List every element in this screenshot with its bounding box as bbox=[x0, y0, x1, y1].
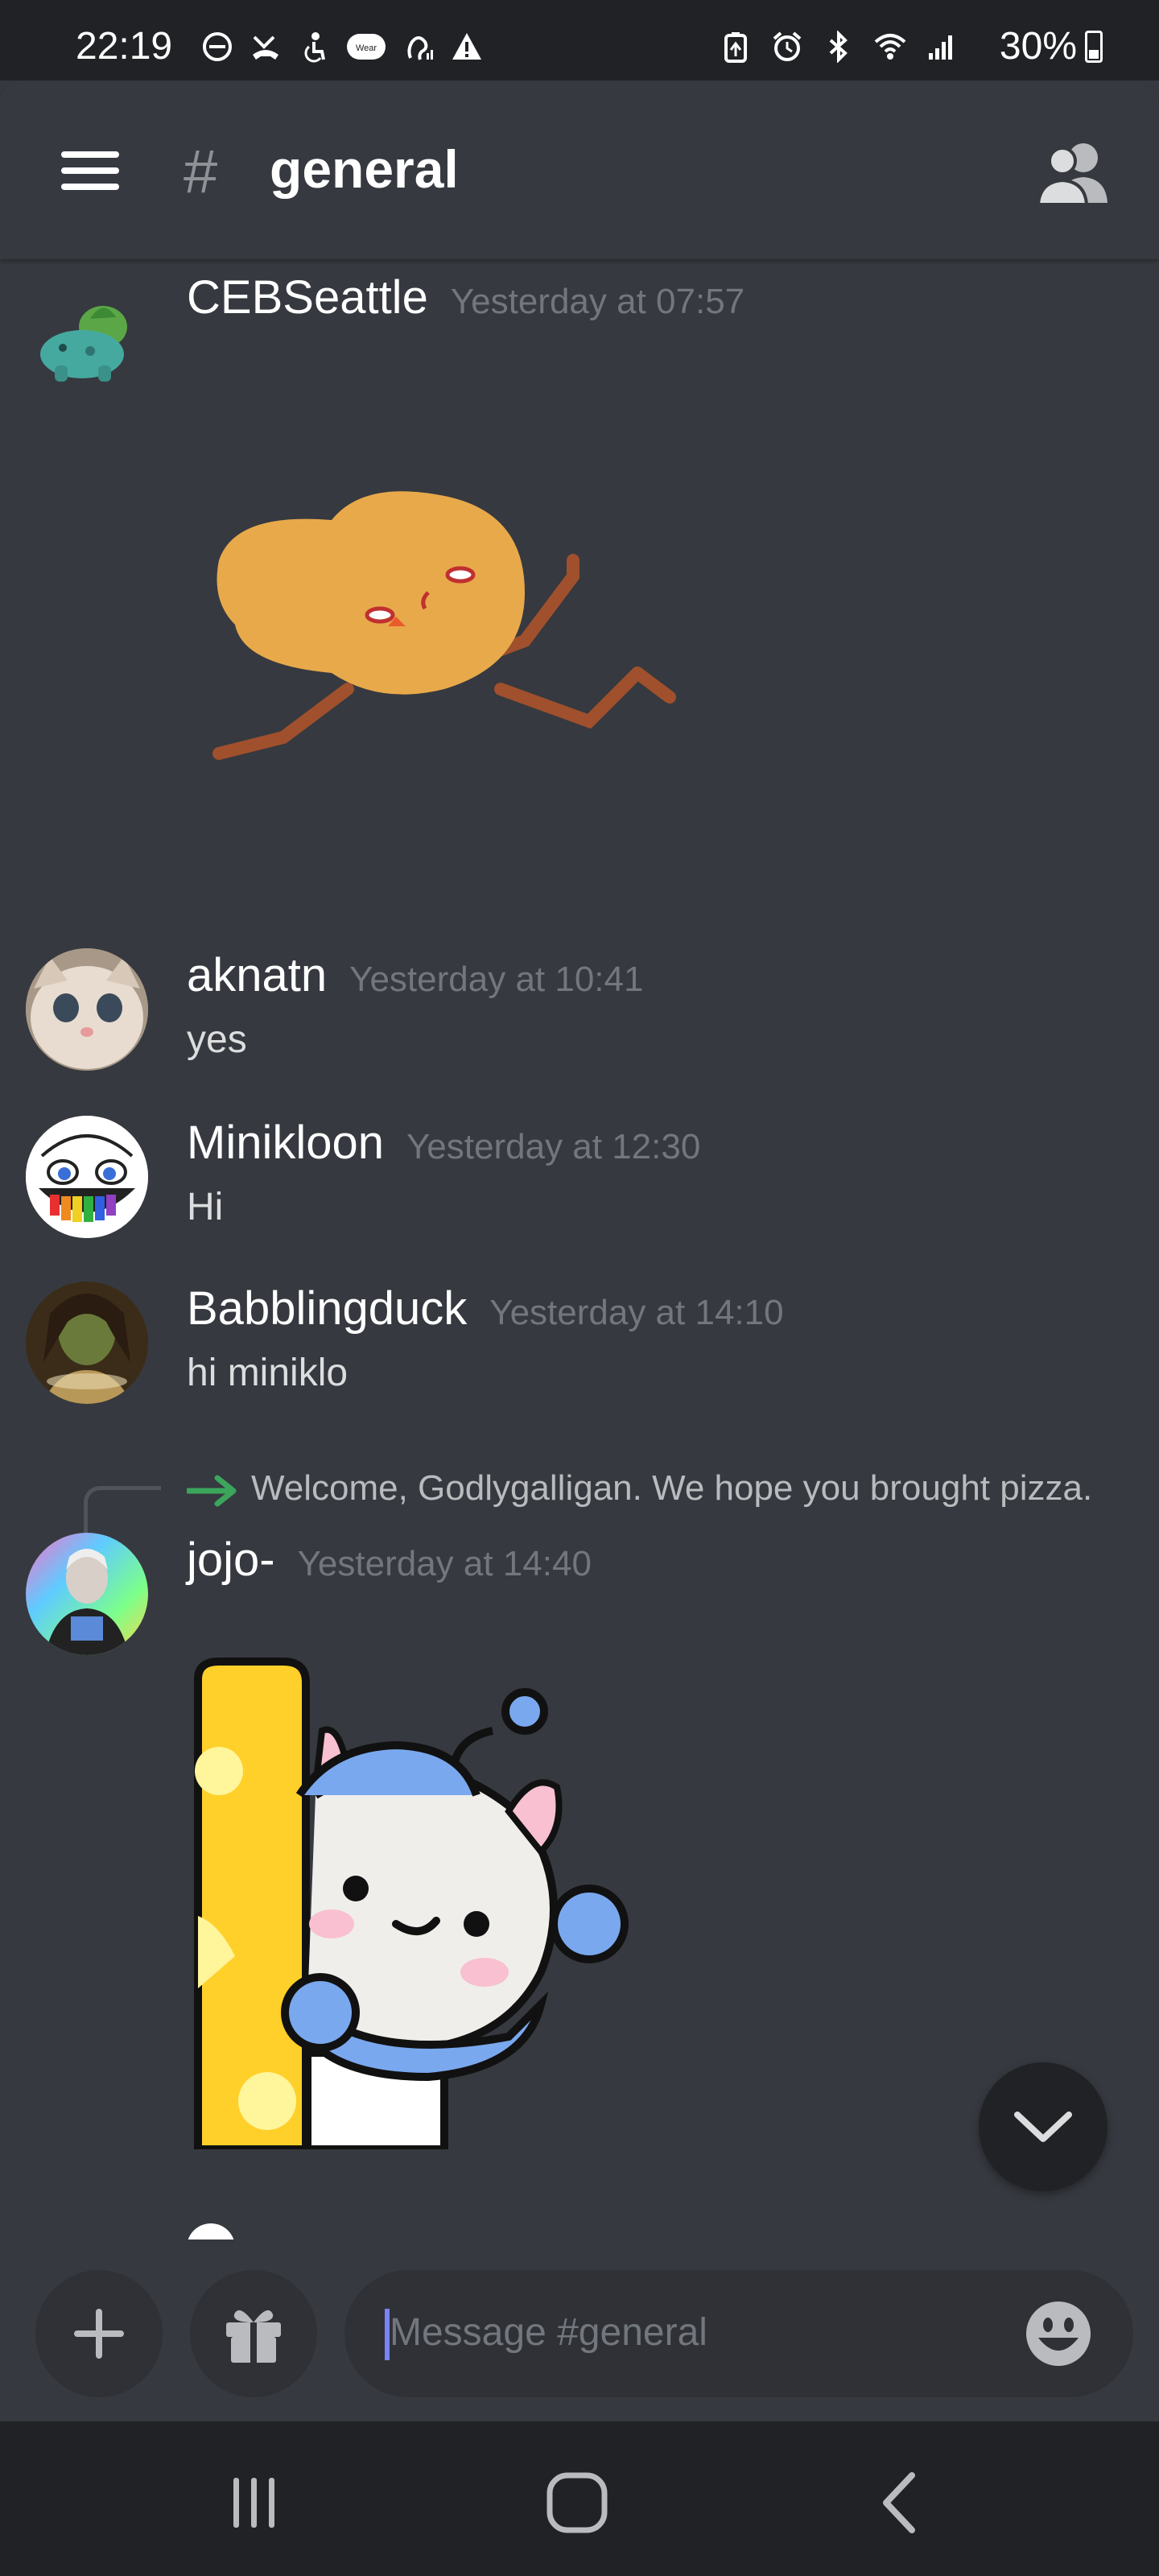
svg-text:Wear: Wear bbox=[356, 43, 377, 53]
dnd-icon bbox=[201, 31, 233, 63]
timestamp: Yesterday at 14:40 bbox=[297, 1544, 592, 1583]
message-list[interactable]: CEBSeattle Yesterday at 07:57 aknatn Yes… bbox=[0, 259, 1159, 2240]
battery-indicator: 30% bbox=[1000, 24, 1103, 68]
warning-icon bbox=[451, 31, 483, 63]
back-icon bbox=[883, 2472, 915, 2533]
avatar[interactable] bbox=[26, 270, 148, 393]
message-input[interactable]: Message #general bbox=[344, 2270, 1133, 2397]
username[interactable]: CEBSeattle bbox=[187, 270, 428, 324]
username[interactable]: Minikloon bbox=[187, 1116, 384, 1170]
message-input-placeholder: Message #general bbox=[390, 2311, 707, 2354]
signal-icon bbox=[926, 31, 958, 63]
wear-icon: Wear bbox=[346, 31, 386, 63]
channel-hash-icon: # bbox=[184, 138, 218, 206]
wifi-icon bbox=[874, 31, 906, 63]
message-header: Minikloon Yesterday at 12:30 bbox=[187, 1116, 700, 1170]
gift-button[interactable] bbox=[190, 2270, 317, 2397]
battery-saver-icon bbox=[720, 31, 752, 63]
message-header: aknatn Yesterday at 10:41 bbox=[187, 948, 643, 1002]
username[interactable]: jojo- bbox=[187, 1533, 275, 1587]
message-header: Babblingduck Yesterday at 14:10 bbox=[187, 1282, 784, 1335]
message-composer: Message #general bbox=[0, 2240, 1159, 2421]
battery-percent: 30% bbox=[999, 25, 1077, 68]
status-bar: 22:19 Wear 30% bbox=[0, 0, 1159, 80]
avatar[interactable] bbox=[26, 948, 148, 1071]
message-text: hi miniklo bbox=[187, 1352, 349, 1394]
bluetooth-icon bbox=[823, 31, 855, 63]
channel-title: general bbox=[270, 139, 459, 199]
system-message-text: Welcome, Godlygalligan. We hope you brou… bbox=[251, 1468, 1093, 1508]
plus-icon bbox=[74, 2309, 124, 2359]
avatar[interactable] bbox=[26, 1282, 148, 1404]
recent-apps-icon bbox=[233, 2478, 274, 2528]
username[interactable]: aknatn bbox=[187, 948, 327, 1002]
scroll-to-bottom-button[interactable] bbox=[979, 2062, 1107, 2191]
avatar[interactable] bbox=[26, 1533, 148, 1655]
recent-apps-button[interactable] bbox=[217, 2467, 290, 2539]
emoji-icon[interactable] bbox=[1024, 2299, 1093, 2368]
chevron-down-icon bbox=[1014, 2112, 1072, 2142]
reply-connector bbox=[84, 1486, 161, 1539]
username[interactable]: Babblingduck bbox=[187, 1282, 467, 1335]
alarm-icon bbox=[771, 31, 803, 63]
message-header: CEBSeattle Yesterday at 07:57 bbox=[187, 270, 744, 324]
gift-icon bbox=[226, 2310, 281, 2363]
missed-call-icon bbox=[250, 31, 282, 63]
message-header: jojo- Yesterday at 14:40 bbox=[187, 1533, 592, 1587]
avatar[interactable] bbox=[187, 2223, 235, 2240]
home-button[interactable] bbox=[541, 2467, 613, 2539]
chick-sticker[interactable] bbox=[187, 399, 702, 802]
hearing-icon bbox=[402, 31, 435, 63]
channel-header: # general bbox=[0, 80, 1159, 259]
message-text: Hi bbox=[187, 1186, 224, 1228]
status-time: 22:19 bbox=[76, 25, 173, 68]
mouse-sticker[interactable] bbox=[187, 1650, 654, 2153]
menu-icon[interactable] bbox=[61, 151, 119, 190]
avatar[interactable] bbox=[26, 1116, 148, 1238]
system-navigation-bar bbox=[0, 2421, 1159, 2576]
timestamp: Yesterday at 10:41 bbox=[349, 960, 644, 999]
members-icon[interactable] bbox=[1036, 138, 1111, 206]
join-arrow-icon bbox=[187, 1475, 237, 1507]
timestamp: Yesterday at 07:57 bbox=[450, 282, 745, 321]
home-icon bbox=[547, 2472, 608, 2533]
message-text: yes bbox=[187, 1018, 247, 1061]
accessibility-icon bbox=[298, 31, 330, 63]
battery-icon bbox=[1085, 30, 1103, 63]
timestamp: Yesterday at 12:30 bbox=[406, 1127, 701, 1166]
timestamp: Yesterday at 14:10 bbox=[489, 1293, 784, 1332]
back-button[interactable] bbox=[864, 2467, 937, 2539]
add-attachment-button[interactable] bbox=[35, 2270, 163, 2397]
